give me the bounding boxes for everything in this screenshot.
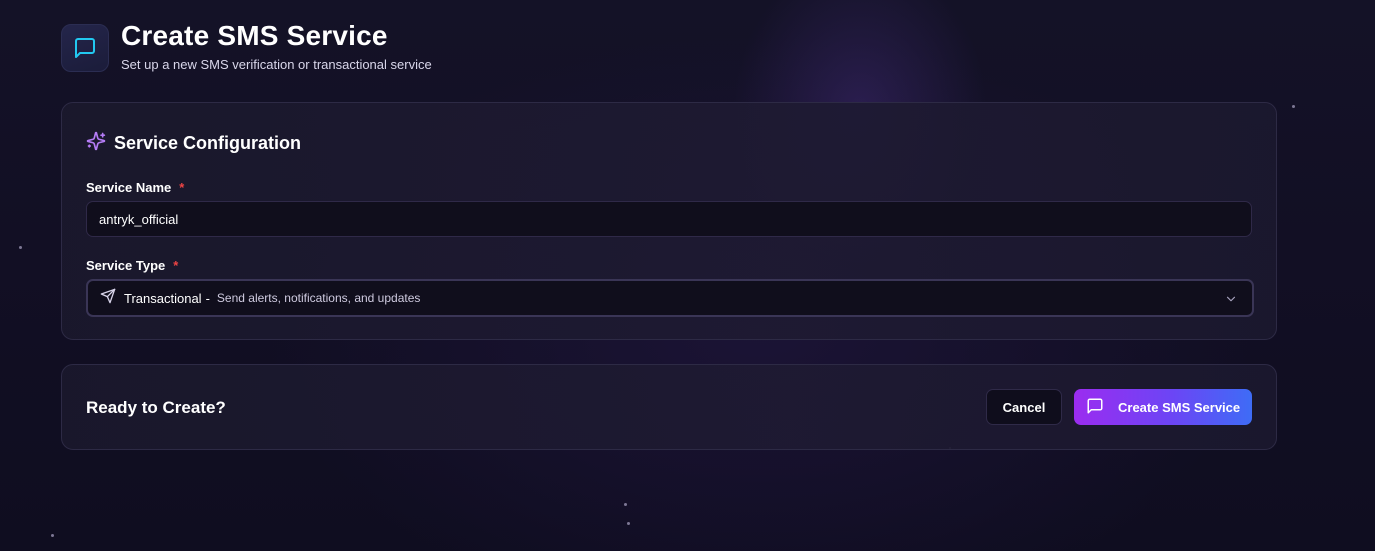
service-type-description: Send alerts, notifications, and updates — [216, 291, 421, 305]
message-square-icon — [61, 24, 109, 72]
ready-to-create-card: Ready to Create? Cancel Create SMS Servi… — [61, 364, 1277, 450]
required-marker: * — [179, 180, 185, 195]
cancel-button[interactable]: Cancel — [986, 389, 1062, 425]
service-type-select[interactable]: Transactional - Send alerts, notificatio… — [86, 279, 1254, 317]
page-title: Create SMS Service — [121, 19, 388, 51]
send-icon — [100, 288, 116, 309]
background-star — [51, 534, 54, 537]
background-star — [627, 522, 630, 525]
section-title: Service Configuration — [86, 131, 301, 156]
service-name-input[interactable] — [86, 201, 1252, 237]
create-sms-service-label: Create SMS Service — [1118, 399, 1241, 415]
ready-title: Ready to Create? — [86, 398, 226, 417]
background-star — [19, 246, 22, 249]
required-marker: * — [173, 258, 179, 273]
service-name-label-text: Service Name — [86, 180, 172, 195]
page-header: Create SMS Service Set up a new SMS veri… — [61, 19, 432, 72]
chevron-down-icon — [1224, 292, 1238, 311]
service-type-label: Service Type * — [86, 258, 178, 273]
service-type-selected-value: Transactional — [124, 290, 202, 306]
service-name-label: Service Name * — [86, 180, 184, 195]
create-sms-service-button[interactable]: Create SMS Service — [1074, 389, 1252, 425]
background-star — [624, 503, 627, 506]
page-subtitle: Set up a new SMS verification or transac… — [121, 56, 432, 72]
service-type-separator: - — [205, 290, 210, 306]
background-star — [1292, 105, 1295, 108]
sparkles-icon — [86, 131, 106, 156]
service-type-label-text: Service Type — [86, 258, 166, 273]
service-configuration-card: Service Configuration Service Name * Serv… — [61, 102, 1277, 340]
message-square-icon — [1086, 397, 1104, 418]
section-title-label: Service Configuration — [114, 133, 302, 153]
